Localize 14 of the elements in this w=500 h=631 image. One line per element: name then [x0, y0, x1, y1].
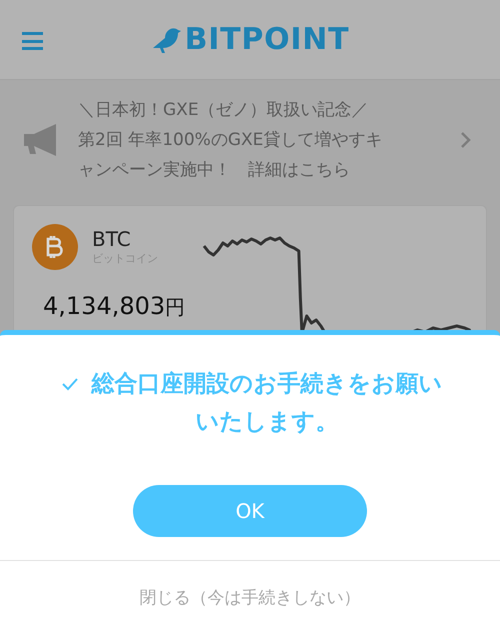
announcement-text: ＼日本初！GXE（ゼノ）取扱い記念／ 第2回 年率100%のGXE貸して増やすキ ャンペーン実施中！ 詳細はこちら — [78, 99, 382, 182]
currency-unit: 円 — [165, 294, 186, 321]
menu-icon[interactable] — [22, 32, 43, 50]
chevron-right-icon — [460, 131, 472, 149]
announcement-banner[interactable]: ＼日本初！GXE（ゼノ）取扱い記念／ 第2回 年率100%のGXE貸して増やすキ ャンペーン実施中！ 詳細はこちら — [0, 80, 500, 200]
coin-price: 4,134,803 — [43, 291, 166, 322]
bitcoin-icon — [32, 224, 78, 270]
ok-button[interactable]: OK — [133, 485, 367, 537]
check-icon — [62, 377, 78, 391]
close-link[interactable]: 閉じる（今は手続きしない） — [140, 586, 360, 612]
logo-text: BITPOINT — [184, 21, 350, 59]
coin-symbol: BTC — [92, 226, 132, 251]
dialog-message: 総合口座開設のお手続きをお願い いたします。 — [92, 370, 442, 437]
bird-logo-icon — [150, 26, 181, 54]
